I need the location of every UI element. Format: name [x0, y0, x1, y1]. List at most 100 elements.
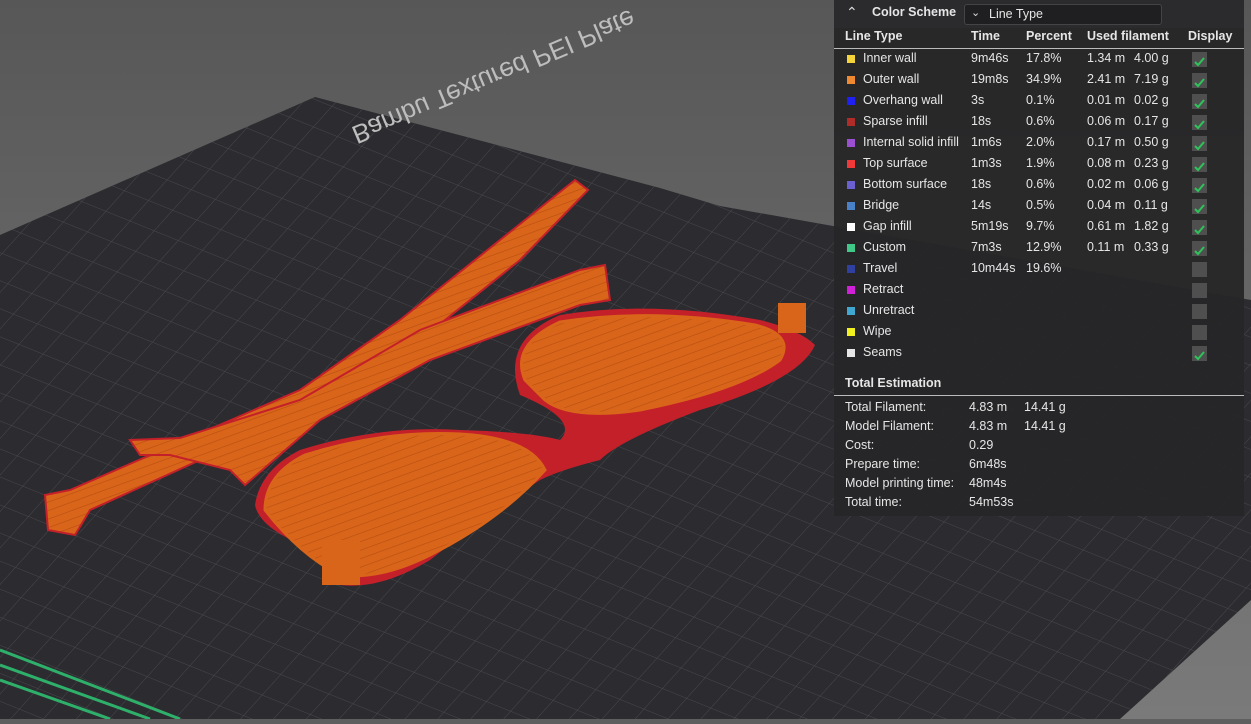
line-type-time: 1m3s: [971, 156, 1002, 170]
display-checkbox[interactable]: [1192, 262, 1207, 277]
line-type-length: 2.41 m: [1087, 72, 1126, 86]
display-checkbox[interactable]: [1192, 199, 1207, 214]
estimation-label: Cost:: [845, 438, 875, 452]
line-type-row: Travel 10m44s 19.6%: [834, 259, 1244, 280]
display-checkbox[interactable]: [1192, 283, 1207, 298]
line-type-percent: 1.9%: [1026, 156, 1055, 170]
display-checkbox[interactable]: [1192, 73, 1207, 88]
display-checkbox[interactable]: [1192, 115, 1207, 130]
line-type-weight: 0.50 g: [1134, 135, 1169, 149]
color-swatch: [847, 328, 855, 336]
display-checkbox[interactable]: [1192, 241, 1207, 256]
estimation-value: 4.83 m: [969, 400, 1008, 414]
display-checkbox[interactable]: [1192, 136, 1207, 151]
line-type-time: 9m46s: [971, 51, 1009, 65]
color-swatch: [847, 76, 855, 84]
col-used-filament: Used filament: [1087, 29, 1169, 43]
color-swatch: [847, 139, 855, 147]
line-type-row: Outer wall 19m8s 34.9% 2.41 m 7.19 g: [834, 70, 1244, 91]
line-type-time: 14s: [971, 198, 992, 212]
estimation-label: Total time:: [845, 495, 902, 509]
line-type-name: Sparse infill: [863, 114, 928, 128]
line-type-length: 0.06 m: [1087, 114, 1126, 128]
line-type-row: Wipe: [834, 322, 1244, 343]
line-type-name: Seams: [863, 345, 902, 359]
line-type-length: 0.61 m: [1087, 219, 1126, 233]
line-type-name: Overhang wall: [863, 93, 943, 107]
line-type-time: 10m44s: [971, 261, 1016, 275]
collapse-chevron-icon[interactable]: ⌃: [846, 4, 858, 21]
line-type-name: Unretract: [863, 303, 915, 317]
line-type-length: 1.34 m: [1087, 51, 1126, 65]
line-type-name: Internal solid infill: [863, 135, 959, 149]
line-type-time: 1m6s: [971, 135, 1002, 149]
line-type-percent: 17.8%: [1026, 51, 1062, 65]
line-type-time: 18s: [971, 177, 992, 191]
line-type-row: Top surface 1m3s 1.9% 0.08 m 0.23 g: [834, 154, 1244, 175]
color-swatch: [847, 307, 855, 315]
line-type-percent: 0.6%: [1026, 177, 1055, 191]
estimation-row: Cost: 0.29: [845, 438, 1235, 457]
line-type-name: Gap infill: [863, 219, 912, 233]
display-checkbox[interactable]: [1192, 94, 1207, 109]
line-type-time: 19m8s: [971, 72, 1009, 86]
display-checkbox[interactable]: [1192, 178, 1207, 193]
estimation-label: Model printing time:: [845, 476, 955, 490]
line-type-name: Custom: [863, 240, 907, 254]
line-type-row: Unretract: [834, 301, 1244, 322]
line-type-length: 0.11 m: [1087, 240, 1125, 254]
line-type-length: 0.02 m: [1087, 177, 1126, 191]
col-time: Time: [971, 29, 1000, 43]
estimation-value: 4.83 m: [969, 419, 1008, 433]
display-checkbox[interactable]: [1192, 304, 1207, 319]
color-swatch: [847, 223, 855, 231]
line-type-row: Sparse infill 18s 0.6% 0.06 m 0.17 g: [834, 112, 1244, 133]
line-type-name: Inner wall: [863, 51, 917, 65]
line-type-name: Retract: [863, 282, 904, 296]
color-swatch: [847, 118, 855, 126]
line-type-weight: 0.06 g: [1134, 177, 1169, 191]
estimation-value: 54m53s: [969, 495, 1014, 509]
line-type-percent: 9.7%: [1026, 219, 1055, 233]
line-type-weight: 0.02 g: [1134, 93, 1169, 107]
line-type-name: Outer wall: [863, 72, 920, 86]
divider: [834, 395, 1244, 396]
line-type-name: Bottom surface: [863, 177, 948, 191]
display-checkbox[interactable]: [1192, 157, 1207, 172]
line-type-time: 7m3s: [971, 240, 1002, 254]
color-scheme-select[interactable]: ⌄ Line Type: [964, 4, 1162, 25]
line-type-weight: 7.19 g: [1134, 72, 1169, 86]
color-swatch: [847, 97, 855, 105]
line-type-weight: 0.23 g: [1134, 156, 1169, 170]
line-type-percent: 19.6%: [1026, 261, 1062, 275]
line-type-name: Top surface: [863, 156, 928, 170]
line-type-time: 18s: [971, 114, 992, 128]
display-checkbox[interactable]: [1192, 325, 1207, 340]
line-type-length: 0.08 m: [1087, 156, 1126, 170]
display-checkbox[interactable]: [1192, 220, 1207, 235]
line-type-name: Wipe: [863, 324, 892, 338]
line-type-weight: 1.82 g: [1134, 219, 1169, 233]
line-type-weight: 0.11 g: [1134, 198, 1168, 212]
estimation-row: Total Filament: 4.83 m 14.41 g: [845, 400, 1235, 419]
color-scheme-title: Color Scheme: [872, 5, 957, 19]
line-type-percent: 2.0%: [1026, 135, 1055, 149]
estimation-value-2: 14.41 g: [1024, 419, 1066, 433]
line-type-row: Internal solid infill 1m6s 2.0% 0.17 m 0.50 …: [834, 133, 1244, 154]
line-type-row: Seams: [834, 343, 1244, 364]
line-type-weight: 0.17 g: [1134, 114, 1169, 128]
col-line-type: Line Type: [845, 29, 903, 43]
estimation-label: Model Filament:: [845, 419, 934, 433]
line-type-time: 5m19s: [971, 219, 1009, 233]
color-swatch: [847, 265, 855, 273]
estimation-label: Prepare time:: [845, 457, 921, 471]
line-type-row: Gap infill 5m19s 9.7% 0.61 m 1.82 g: [834, 217, 1244, 238]
line-type-percent: 34.9%: [1026, 72, 1062, 86]
display-checkbox[interactable]: [1192, 346, 1207, 361]
estimation-row: Model printing time: 48m4s: [845, 476, 1235, 495]
chevron-down-icon: ⌄: [971, 7, 981, 19]
display-checkbox[interactable]: [1192, 52, 1207, 67]
estimation-label: Total Filament:: [845, 400, 927, 414]
line-type-length: 0.04 m: [1087, 198, 1126, 212]
color-swatch: [847, 244, 855, 252]
